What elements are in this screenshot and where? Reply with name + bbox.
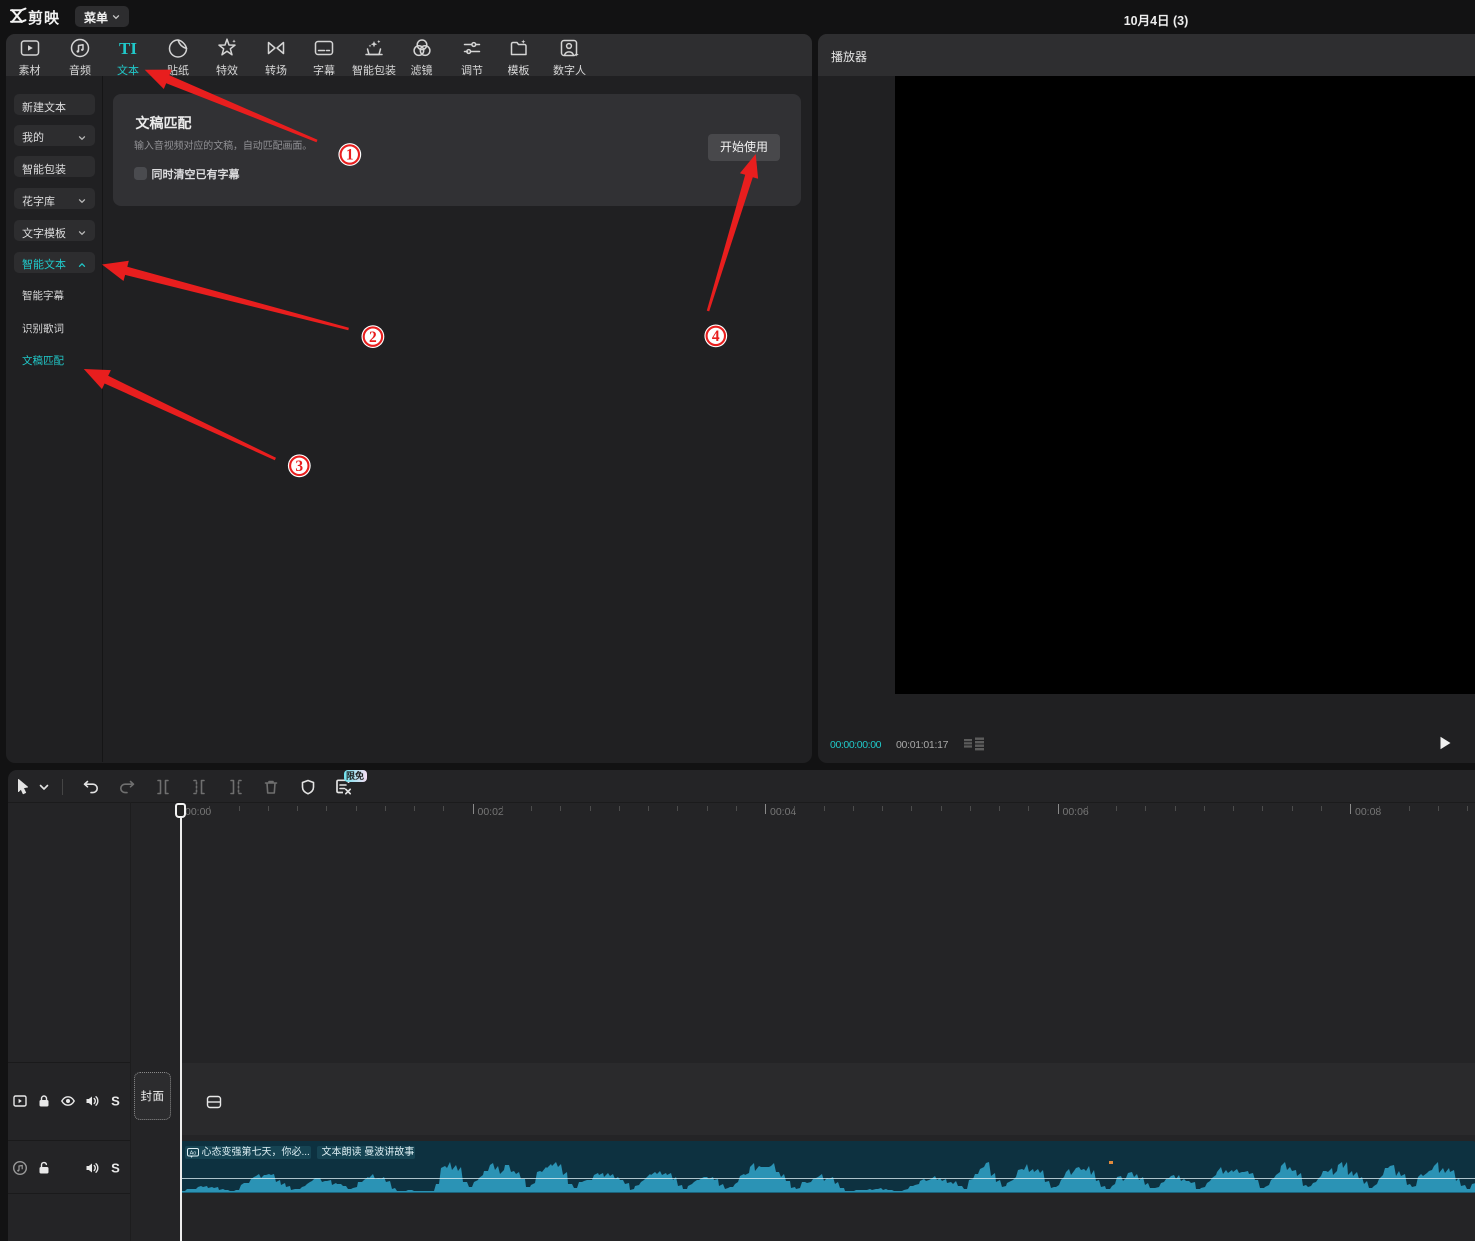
svg-text:Ao: Ao (190, 1150, 197, 1156)
